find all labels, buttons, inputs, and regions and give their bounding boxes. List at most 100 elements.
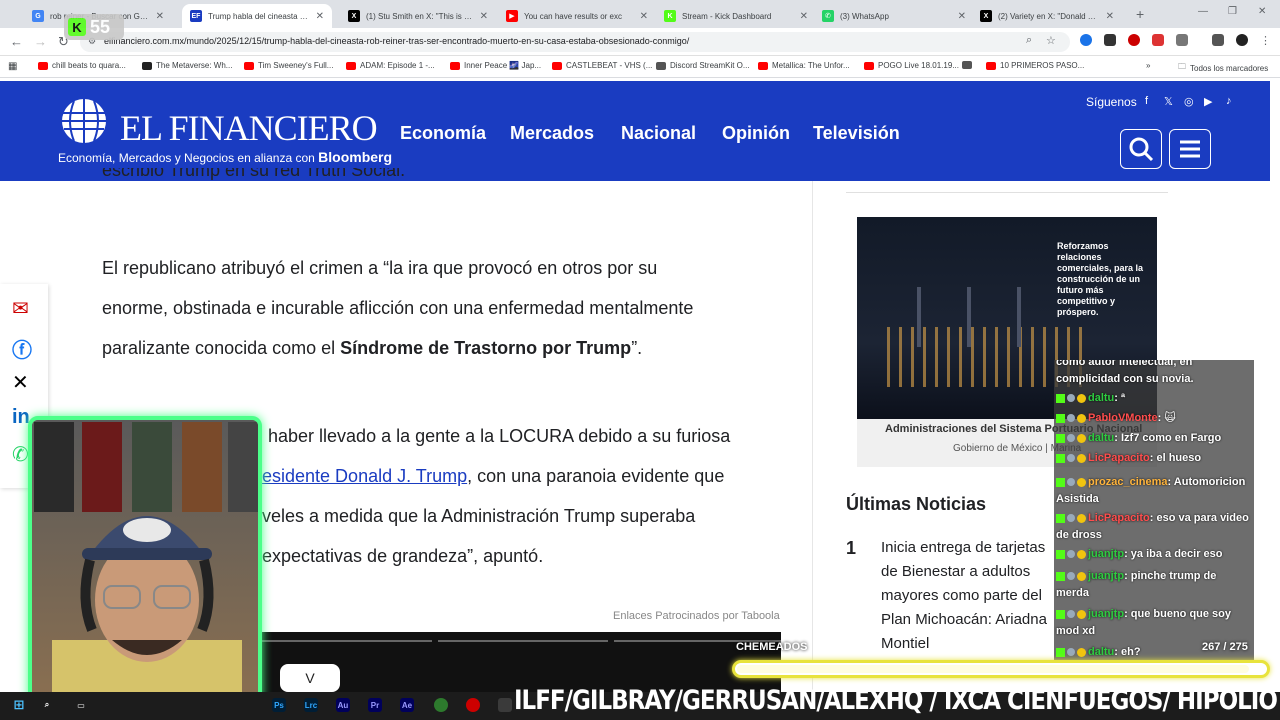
chat-username[interactable]: juanjtp bbox=[1088, 548, 1124, 560]
email-share-icon[interactable]: ✉ bbox=[12, 296, 29, 321]
chat-message: prozac_cinema: Automoricion Asistida bbox=[1056, 474, 1252, 508]
bookmark-favicon-icon bbox=[38, 61, 48, 70]
news-headline-line[interactable]: Montiel bbox=[881, 635, 929, 652]
app-icon[interactable] bbox=[498, 698, 512, 712]
ad-crane bbox=[967, 287, 971, 347]
youtube-icon[interactable]: ▶ bbox=[1204, 95, 1212, 108]
puzzle-icon[interactable] bbox=[1176, 34, 1188, 46]
facebook-share-icon[interactable]: ⓕ bbox=[12, 334, 32, 363]
photoshop-icon[interactable]: Ps bbox=[272, 698, 286, 712]
chat-username[interactable]: PabloVMonte bbox=[1088, 412, 1158, 424]
bookmark-item[interactable]: chill beats to quara... bbox=[38, 61, 126, 70]
close-tab-icon[interactable]: ✕ bbox=[800, 11, 808, 22]
bookmark-item[interactable]: Inner Peace 🌌 Jap... bbox=[450, 61, 541, 70]
chat-username[interactable]: prozac_cinema bbox=[1088, 476, 1167, 488]
nav-nacional[interactable]: Nacional bbox=[621, 123, 696, 144]
after-effects-icon[interactable]: Ae bbox=[400, 698, 414, 712]
video-button[interactable]: V bbox=[280, 664, 340, 692]
chat-message: juanjtp: ya iba a decir eso bbox=[1056, 546, 1252, 563]
audition-icon[interactable]: Au bbox=[336, 698, 350, 712]
search-icon[interactable]: ⌕ bbox=[1026, 34, 1032, 47]
task-view-icon[interactable]: ▭ bbox=[74, 698, 88, 712]
maximize-button[interactable]: ❐ bbox=[1228, 6, 1237, 17]
nav-mercados[interactable]: Mercados bbox=[510, 123, 594, 144]
news-headline-line[interactable]: Plan Michoacán: Ariadna bbox=[881, 611, 1047, 628]
close-tab-icon[interactable]: ✕ bbox=[640, 11, 648, 22]
chat-text: : 🙀 bbox=[1157, 412, 1176, 424]
chat-username[interactable]: daltu bbox=[1088, 432, 1114, 444]
site-logo-text[interactable]: EL FINANCIERO bbox=[120, 107, 378, 149]
close-tab-icon[interactable]: ✕ bbox=[1106, 11, 1114, 22]
back-icon[interactable]: ← bbox=[10, 34, 23, 49]
apps-icon[interactable]: ▦ bbox=[8, 61, 17, 72]
browser-tab[interactable]: ✆ (3) WhatsApp ✕ bbox=[814, 4, 974, 28]
app-icon[interactable] bbox=[434, 698, 448, 712]
menu-dots-icon[interactable]: ⋮ bbox=[1260, 34, 1272, 47]
chat-username[interactable]: LicPapacito bbox=[1088, 512, 1150, 524]
x-icon[interactable]: 𝕏 bbox=[1164, 95, 1173, 108]
bookmark-item[interactable]: Discord StreamKit O... bbox=[656, 61, 750, 70]
browser-tab[interactable]: X (1) Stu Smith en X: "This is a rea ✕ bbox=[340, 4, 496, 28]
minimize-button[interactable]: — bbox=[1198, 6, 1208, 17]
menu-button[interactable] bbox=[1169, 129, 1211, 169]
gift-badge-icon bbox=[1077, 453, 1086, 463]
bookmark-star-icon[interactable]: ☆ bbox=[1046, 34, 1056, 47]
app-icon[interactable] bbox=[466, 698, 480, 712]
chat-username[interactable]: juanjtp bbox=[1088, 570, 1124, 582]
trump-link[interactable]: esidente Donald J. Trump bbox=[262, 466, 467, 486]
all-bookmarks[interactable]: 🗀 Todos los marcadores bbox=[1178, 61, 1268, 75]
nav-economia[interactable]: Economía bbox=[400, 123, 486, 144]
bookmark-item[interactable] bbox=[962, 61, 976, 69]
chat-username[interactable]: LicPapacito bbox=[1088, 452, 1150, 464]
windows-start-icon[interactable]: ⊞ bbox=[12, 697, 26, 712]
bookmark-item[interactable]: Tim Sweeney's Full... bbox=[244, 61, 333, 70]
close-window-button[interactable]: ✕ bbox=[1258, 6, 1266, 17]
new-tab-button[interactable]: + bbox=[1136, 6, 1144, 22]
browser-tab[interactable]: K Stream - Kick Dashboard ✕ bbox=[656, 4, 816, 28]
extension-icon[interactable] bbox=[1104, 34, 1116, 46]
bookmark-item[interactable]: Metallica: The Unfor... bbox=[758, 61, 850, 70]
nav-television[interactable]: Televisión bbox=[813, 123, 900, 144]
tiktok-icon[interactable]: ♪ bbox=[1226, 95, 1232, 107]
url-input[interactable]: ⚙ elfinanciero.com.mx/mundo/2025/12/15/t… bbox=[80, 32, 1070, 52]
close-tab-icon[interactable]: ✕ bbox=[156, 11, 164, 22]
facebook-icon[interactable]: f bbox=[1145, 95, 1148, 107]
chat-username[interactable]: daltu bbox=[1088, 646, 1114, 658]
globe-logo-icon[interactable] bbox=[56, 97, 112, 145]
profile-avatar[interactable] bbox=[1236, 34, 1248, 46]
bookmark-item[interactable]: ADAM: Episode 1 -... bbox=[346, 61, 435, 70]
browser-tab[interactable]: ▶ You can have results or exc ✕ bbox=[498, 4, 656, 28]
x-share-icon[interactable]: ✕ bbox=[12, 370, 29, 395]
taboola-label[interactable]: Enlaces Patrocinados por Taboola bbox=[613, 610, 780, 622]
close-tab-icon[interactable]: ✕ bbox=[480, 11, 488, 22]
instagram-icon[interactable]: ◎ bbox=[1184, 95, 1194, 108]
extension-icon[interactable] bbox=[1152, 34, 1164, 46]
bookmark-item[interactable]: POGO Live 18.01.19... bbox=[864, 61, 959, 70]
tab-title: Stream - Kick Dashboard bbox=[682, 11, 772, 21]
bookmark-item[interactable]: CASTLEBEAT - VHS (... bbox=[552, 61, 652, 70]
lightroom-icon[interactable]: Lrc bbox=[304, 698, 318, 712]
forward-icon[interactable]: → bbox=[34, 34, 47, 49]
chat-username[interactable]: juanjtp bbox=[1088, 608, 1124, 620]
browser-tab[interactable]: X (2) Variety en X: "Donald Trump ✕ bbox=[972, 4, 1122, 28]
bookmark-item[interactable]: 10 PRIMEROS PASO... bbox=[986, 61, 1084, 70]
search-button[interactable] bbox=[1120, 129, 1162, 169]
article-text: , con una paranoia evidente que bbox=[467, 466, 725, 486]
browser-tab[interactable]: EF Trump habla del cineasta Rob R ✕ bbox=[182, 4, 332, 28]
news-headline-line[interactable]: Inicia entrega de tarjetas bbox=[881, 539, 1045, 556]
news-headline-line[interactable]: de Bienestar a adultos bbox=[881, 563, 1030, 580]
news-headline-line[interactable]: mayores como parte del bbox=[881, 587, 1042, 604]
chat-username[interactable]: daltu bbox=[1088, 392, 1114, 404]
kick-badge-icon bbox=[1056, 647, 1065, 657]
bookmark-item[interactable]: The Metaverse: Wh... bbox=[142, 61, 232, 70]
search-icon[interactable]: ⌕ bbox=[40, 698, 54, 712]
extension-icon[interactable] bbox=[1128, 34, 1140, 46]
more-bookmarks-icon[interactable]: » bbox=[1146, 61, 1150, 70]
extension-icon[interactable] bbox=[1080, 34, 1092, 46]
whatsapp-share-icon[interactable]: ✆ bbox=[12, 442, 29, 467]
close-tab-icon[interactable]: ✕ bbox=[958, 11, 966, 22]
premiere-icon[interactable]: Pr bbox=[368, 698, 382, 712]
media-icon[interactable] bbox=[1212, 34, 1224, 46]
nav-opinion[interactable]: Opinión bbox=[722, 123, 790, 144]
close-tab-icon[interactable]: ✕ bbox=[316, 11, 324, 22]
